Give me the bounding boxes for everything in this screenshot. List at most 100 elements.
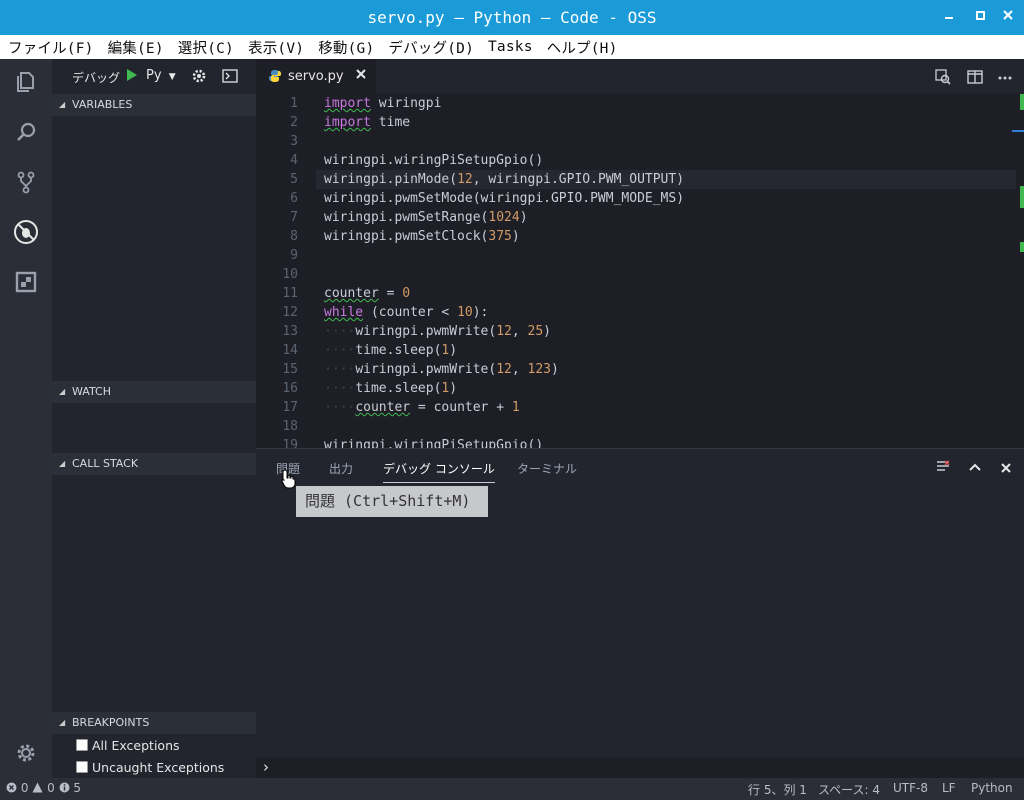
code-line: 12 while (counter < 10): (282, 305, 489, 320)
info-icon (59, 782, 70, 793)
debug-settings-button[interactable] (191, 68, 207, 88)
menu-debug[interactable]: デバッグ(D) (388, 37, 474, 58)
code-line: 16 ····time.sleep(1) (282, 381, 458, 396)
debug-label: デバッグ (72, 71, 121, 85)
extensions-icon (15, 271, 37, 293)
problems-status[interactable]: 0 0 5 (6, 781, 81, 795)
menu-help[interactable]: ヘルプ(H) (547, 37, 618, 58)
maximize-panel-button[interactable] (968, 461, 982, 476)
checkbox[interactable] (76, 739, 88, 751)
code-line: 14 ····time.sleep(1) (282, 343, 458, 358)
manage-button[interactable] (12, 739, 40, 767)
hand-pointer-icon (281, 469, 296, 489)
tab-debug-console[interactable]: デバッグ コンソール (383, 460, 495, 483)
debug-button[interactable] (12, 218, 40, 246)
tab-close-button[interactable] (356, 68, 366, 83)
code-line: 2 import time (290, 115, 411, 130)
menu-bar: ファイル(F) 編集(E) 選択(C) 表示(V) 移動(G) デバッグ(D) … (0, 35, 1024, 59)
breakpoints-header[interactable]: ◢ BREAKPOINTS (52, 712, 256, 734)
breakpoints-title: BREAKPOINTS (72, 716, 150, 729)
source-control-button[interactable] (12, 168, 40, 196)
search-preview-icon (935, 69, 951, 85)
watch-title: WATCH (72, 385, 111, 398)
menu-edit[interactable]: 編集(E) (108, 37, 164, 58)
debug-sidebar: デバッグ Py ▼ ◢ VARIABLES ◢ WATCH ◢ CALL STA… (52, 59, 256, 778)
ellipsis-icon (998, 76, 1012, 80)
chevron-up-icon (969, 463, 981, 471)
extensions-button[interactable] (12, 268, 40, 296)
close-window-button[interactable] (999, 9, 1017, 27)
variables-header[interactable]: ◢ VARIABLES (52, 94, 256, 116)
change-marker (1020, 94, 1024, 110)
cursor-position[interactable]: 行 5、列 1 (748, 781, 807, 798)
collapse-icon: ◢ (59, 100, 66, 109)
close-icon (1003, 10, 1013, 20)
code-line: 11 counter = 0 (282, 286, 411, 301)
code-line: 4 wiringpi.wiringPiSetupGpio() (290, 153, 544, 168)
encoding[interactable]: UTF-8 (893, 781, 928, 795)
search-icon (17, 122, 36, 141)
watch-header[interactable]: ◢ WATCH (52, 381, 256, 403)
code-editor[interactable]: 1 import wiringpi 2 import time 3 4 wiringp… (256, 94, 1024, 448)
debug-console-button[interactable] (222, 69, 238, 87)
python-icon (269, 70, 281, 82)
debug-icon (14, 220, 38, 244)
dropdown-arrow-icon: ▼ (168, 72, 176, 82)
start-debug-button[interactable] (126, 68, 138, 86)
tab-output[interactable]: 出力 (329, 460, 353, 477)
tab-terminal[interactable]: ターミナル (517, 460, 577, 477)
console-prompt: › (263, 758, 269, 776)
split-editor-button[interactable] (967, 69, 983, 89)
search-button[interactable] (12, 118, 40, 146)
code-line: 13 ····wiringpi.pwmWrite(12, 25) (282, 324, 551, 339)
call-stack-header[interactable]: ◢ CALL STACK (52, 453, 256, 475)
explorer-button[interactable] (12, 68, 40, 96)
close-panel-button[interactable] (1001, 462, 1011, 477)
code-line: 3 (290, 134, 298, 149)
breakpoint-uncaught-exceptions[interactable]: Uncaught Exceptions (76, 757, 224, 777)
debug-config-select[interactable]: Py ▼ (146, 68, 176, 83)
status-bar: 0 0 5 行 5、列 1 スペース: 4 UTF-8 LF Python (0, 778, 1024, 800)
tab-label: servo.py (288, 69, 344, 84)
code-line: 8 wiringpi.pwmSetClock(375) (290, 229, 520, 244)
debug-console-input[interactable]: › (256, 758, 1024, 778)
menu-go[interactable]: 移動(G) (318, 37, 374, 58)
indentation[interactable]: スペース: 4 (818, 781, 880, 798)
debug-toolbar: デバッグ Py ▼ (52, 59, 256, 94)
code-line: 10 (282, 267, 298, 282)
breakpoint-label: All Exceptions (92, 737, 180, 753)
code-line: 15 ····wiringpi.pwmWrite(12, 123) (282, 362, 559, 377)
menu-tasks[interactable]: Tasks (488, 39, 533, 55)
collapse-icon: ◢ (59, 387, 66, 396)
menu-selection[interactable]: 選択(C) (178, 37, 234, 58)
gear-icon (192, 69, 206, 83)
breakpoint-all-exceptions[interactable]: All Exceptions (76, 735, 180, 755)
clear-console-button[interactable] (936, 460, 950, 478)
language-mode[interactable]: Python (971, 781, 1013, 795)
call-stack-title: CALL STACK (72, 457, 139, 470)
open-changes-button[interactable] (935, 69, 951, 89)
variables-title: VARIABLES (72, 98, 133, 111)
play-icon (127, 69, 137, 81)
error-count: 0 (20, 781, 29, 795)
change-marker (1020, 242, 1024, 252)
minimize-button[interactable] (940, 9, 958, 27)
debug-config-value: Py (146, 68, 162, 83)
maximize-icon (976, 11, 985, 20)
code-line: 6 wiringpi.pwmSetMode(wiringpi.GPIO.PWM_M… (290, 191, 685, 206)
code-line: 18 (282, 419, 298, 434)
collapse-icon: ◢ (59, 718, 66, 727)
end-of-line[interactable]: LF (942, 781, 956, 795)
menu-view[interactable]: 表示(V) (248, 37, 304, 58)
code-line: 7 wiringpi.pwmSetRange(1024) (290, 210, 528, 225)
code-line: 5 wiringpi.pinMode(12, wiringpi.GPIO.PWM_… (290, 172, 685, 187)
maximize-button[interactable] (971, 9, 989, 27)
tab-servo-py[interactable]: servo.py (256, 59, 376, 94)
gear-icon (17, 744, 35, 762)
files-icon (17, 72, 34, 92)
split-editor-icon (967, 70, 983, 84)
more-actions-button[interactable] (997, 71, 1013, 86)
checkbox[interactable] (76, 761, 88, 773)
warning-icon (32, 782, 43, 793)
menu-file[interactable]: ファイル(F) (8, 37, 94, 58)
